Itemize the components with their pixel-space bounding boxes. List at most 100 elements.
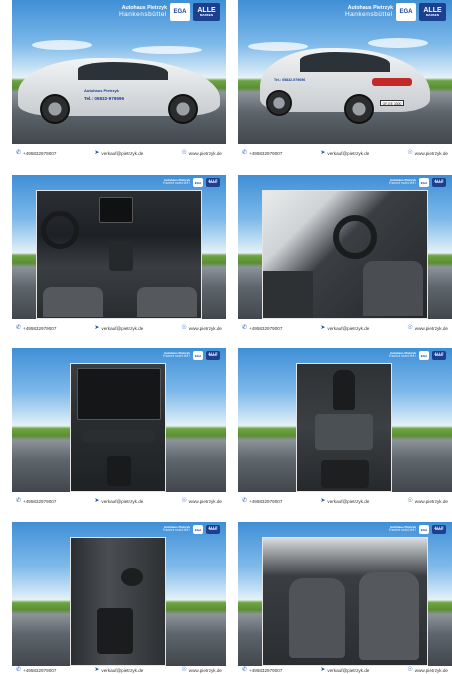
phone-icon: ✆	[16, 667, 22, 673]
footer-email: verkauf@pietrzyk.de	[101, 667, 144, 673]
dealer-logo: Autohaus Pietrzyk Hankensbüttel EGA ALLE…	[389, 178, 446, 187]
footer-email: verkauf@pietrzyk.de	[327, 498, 370, 504]
contact-footer: ✆ +495832979007 ➤ verkauf@pietrzyk.de ☉ www…	[12, 666, 226, 674]
alle-marken-logo: ALLE MARKEN	[206, 351, 220, 360]
footer-phone: +495832979007	[23, 325, 57, 331]
phone-icon: ✆	[242, 498, 248, 504]
globe-icon: ☉	[407, 498, 413, 504]
gallery-tile-door-panel[interactable]: Autohaus Pietrzyk Hankensbüttel EGA ALLE…	[12, 522, 226, 674]
paper-plane-icon: ➤	[320, 667, 326, 673]
footer-web: www.pietrzyk.de	[414, 667, 448, 673]
footer-email: verkauf@pietrzyk.de	[101, 150, 144, 156]
dealer-logo: Autohaus Pietrzyk Hankensbüttel EGA ALLE…	[163, 178, 220, 187]
footer-email: verkauf@pietrzyk.de	[327, 150, 370, 156]
dealer-location: Hankensbüttel	[389, 528, 416, 533]
paper-plane-icon: ➤	[94, 667, 100, 673]
alle-marken-logo: ALLE MARKEN	[419, 3, 446, 21]
ega-logo: EGA	[419, 178, 429, 187]
phone-icon: ✆	[242, 150, 248, 156]
footer-email: verkauf@pietrzyk.de	[101, 498, 144, 504]
paper-plane-icon: ➤	[320, 498, 326, 504]
phone-icon: ✆	[16, 150, 22, 156]
dealer-logo: Autohaus Pietrzyk Hankensbüttel EGA ALLE…	[345, 3, 446, 21]
gallery-tile-infotainment[interactable]: Autohaus Pietrzyk Hankensbüttel EGA ALLE…	[12, 348, 226, 510]
contact-footer: ✆ +495832979007 ➤ verkauf@pietrzyk.de ☉ www…	[238, 666, 452, 674]
alle-marken-logo: ALLE MARKEN	[193, 3, 220, 21]
footer-phone: +495832979007	[249, 667, 283, 673]
dealer-logo: Autohaus Pietrzyk Hankensbüttel EGA ALLE…	[163, 351, 220, 360]
gallery-tile-gear-selector[interactable]: Autohaus Pietrzyk Hankensbüttel EGA ALLE…	[238, 348, 452, 510]
footer-phone: +495832979007	[23, 667, 57, 673]
ega-logo: EGA	[193, 351, 203, 360]
gallery-tile-car-side[interactable]: Autohaus Pietrzyk Tel.: 05832-979696 Aut…	[12, 0, 226, 162]
footer-web: www.pietrzyk.de	[188, 150, 222, 156]
globe-icon: ☉	[181, 667, 187, 673]
dealer-logo: Autohaus Pietrzyk Hankensbüttel EGA ALLE…	[163, 525, 220, 534]
globe-icon: ☉	[407, 325, 413, 331]
photo-gallery: Autohaus Pietrzyk Tel.: 05832-979696 Aut…	[0, 0, 452, 674]
footer-email: verkauf@pietrzyk.de	[327, 667, 370, 673]
footer-email: verkauf@pietrzyk.de	[327, 325, 370, 331]
car-image-rear: Tel.: 05832-979696 GF-EE 3300	[260, 34, 430, 134]
footer-email: verkauf@pietrzyk.de	[101, 325, 144, 331]
phone-icon: ✆	[242, 325, 248, 331]
phone-icon: ✆	[16, 325, 22, 331]
car-image-side: Autohaus Pietrzyk Tel.: 05832-979696	[18, 46, 220, 132]
backdrop: Autohaus Pietrzyk Tel.: 05832-979696	[12, 0, 226, 144]
door-lettering-name: Autohaus Pietrzyk	[84, 88, 119, 93]
backdrop: Tel.: 05832-979696 GF-EE 3300	[238, 0, 452, 144]
interior-photo-dashboard	[36, 190, 202, 319]
door-lettering-phone: Tel.: 05832-979696	[84, 96, 125, 101]
contact-footer: ✆ +495832979007 ➤ verkauf@pietrzyk.de ☉ www…	[238, 144, 452, 162]
footer-phone: +495832979007	[249, 150, 283, 156]
ega-logo: EGA	[193, 178, 203, 187]
alle-marken-logo: ALLE MARKEN	[432, 351, 446, 360]
paper-plane-icon: ➤	[94, 325, 100, 331]
interior-photo-gear-selector	[296, 363, 392, 492]
footer-web: www.pietrzyk.de	[188, 325, 222, 331]
phone-icon: ✆	[242, 667, 248, 673]
footer-web: www.pietrzyk.de	[414, 498, 448, 504]
contact-footer: ✆ +495832979007 ➤ verkauf@pietrzyk.de ☉ www…	[238, 492, 452, 510]
dealer-location: Hankensbüttel	[344, 11, 393, 19]
globe-icon: ☉	[407, 667, 413, 673]
license-plate: GF-EE 3300	[380, 100, 404, 106]
alle-marken-logo: ALLE MARKEN	[432, 525, 446, 534]
dealer-logo: Autohaus Pietrzyk Hankensbüttel EGA ALLE…	[119, 3, 220, 21]
dealer-location: Hankensbüttel	[163, 181, 190, 186]
dealer-location: Hankensbüttel	[118, 11, 167, 19]
ega-logo: EGA	[419, 351, 429, 360]
ega-logo: EGA	[419, 525, 429, 534]
gallery-tile-front-seats[interactable]: Autohaus Pietrzyk Hankensbüttel EGA ALLE…	[238, 522, 452, 674]
alle-marken-logo: ALLE MARKEN	[432, 178, 446, 187]
interior-photo-driver	[262, 190, 428, 319]
interior-photo-center-console	[70, 363, 166, 492]
globe-icon: ☉	[181, 150, 187, 156]
contact-footer: ✆ +495832979007 ➤ verkauf@pietrzyk.de ☉ www…	[238, 319, 452, 337]
ega-logo: EGA	[193, 525, 203, 534]
footer-web: www.pietrzyk.de	[188, 667, 222, 673]
gallery-tile-car-rear[interactable]: Tel.: 05832-979696 GF-EE 3300 Autohaus P…	[238, 0, 452, 162]
dealer-location: Hankensbüttel	[163, 528, 190, 533]
footer-phone: +495832979007	[23, 498, 57, 504]
footer-phone: +495832979007	[249, 325, 283, 331]
dealer-location: Hankensbüttel	[163, 354, 190, 359]
dealer-logo: Autohaus Pietrzyk Hankensbüttel EGA ALLE…	[389, 525, 446, 534]
globe-icon: ☉	[181, 325, 187, 331]
footer-web: www.pietrzyk.de	[414, 325, 448, 331]
ega-logo: EGA	[170, 3, 190, 21]
interior-photo-seats	[262, 537, 428, 666]
footer-web: www.pietrzyk.de	[188, 498, 222, 504]
globe-icon: ☉	[181, 498, 187, 504]
paper-plane-icon: ➤	[320, 150, 326, 156]
interior-photo-door-panel	[70, 537, 166, 666]
paper-plane-icon: ➤	[94, 150, 100, 156]
footer-web: www.pietrzyk.de	[414, 150, 448, 156]
contact-footer: ✆ +495832979007 ➤ verkauf@pietrzyk.de ☉ www…	[12, 492, 226, 510]
alle-marken-logo: ALLE MARKEN	[206, 525, 220, 534]
gallery-tile-dashboard[interactable]: Autohaus Pietrzyk Hankensbüttel EGA ALLE…	[12, 175, 226, 337]
ega-logo: EGA	[396, 3, 416, 21]
gallery-tile-driver-area[interactable]: Autohaus Pietrzyk Hankensbüttel EGA ALLE…	[238, 175, 452, 337]
globe-icon: ☉	[407, 150, 413, 156]
door-lettering-phone: Tel.: 05832-979696	[274, 78, 306, 82]
